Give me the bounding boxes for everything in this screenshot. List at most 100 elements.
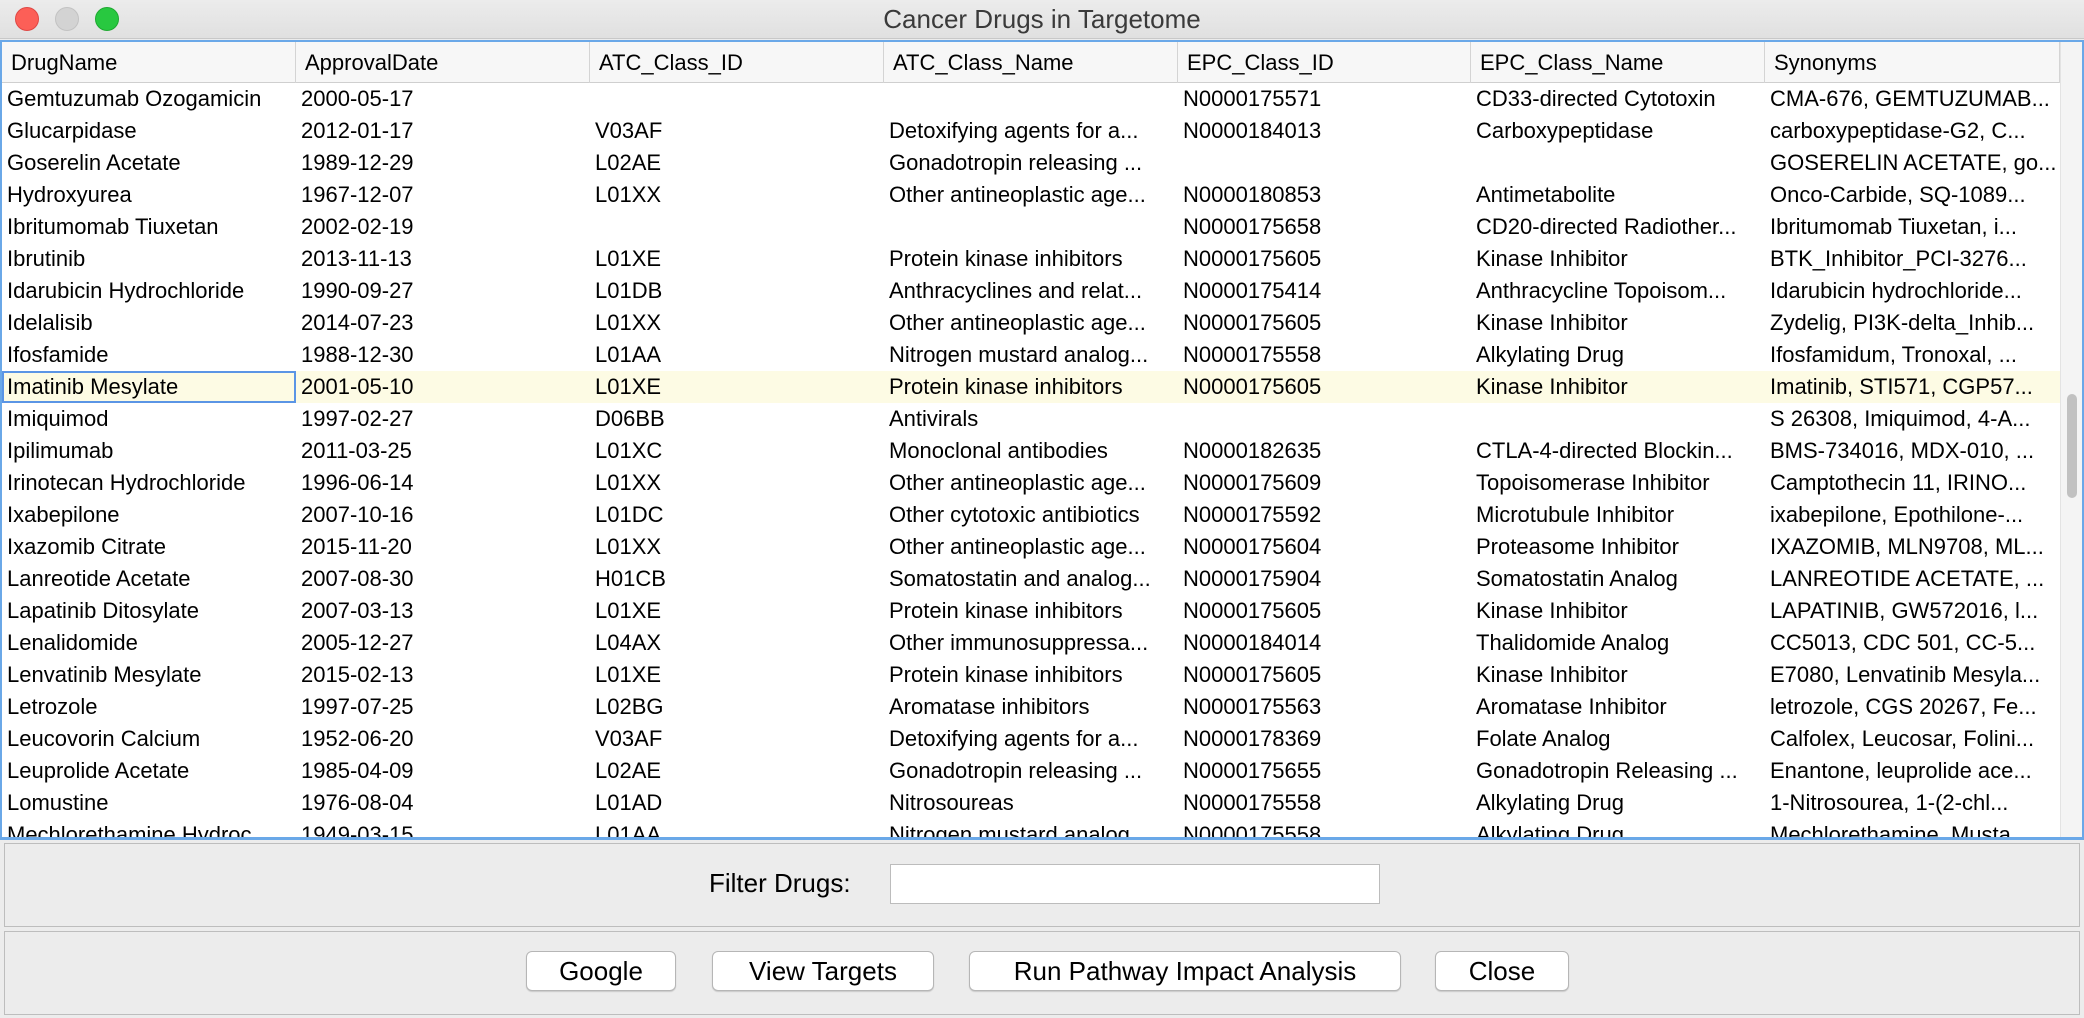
table-cell[interactable]: Antimetabolite [1471, 179, 1765, 211]
table-cell[interactable]: Ifosfamide [2, 339, 296, 371]
table-cell[interactable]: L01XX [590, 307, 884, 339]
table-cell[interactable]: N0000184014 [1178, 627, 1471, 659]
table-cell[interactable]: 1997-07-25 [296, 691, 590, 723]
table-cell[interactable]: Gonadotropin releasing ... [884, 147, 1178, 179]
column-header-atc-class-id[interactable]: ATC_Class_ID [590, 42, 884, 83]
table-cell[interactable]: N0000175563 [1178, 691, 1471, 723]
table-cell[interactable]: Proteasome Inhibitor [1471, 531, 1765, 563]
table-cell[interactable]: L04AX [590, 627, 884, 659]
table-cell[interactable]: Detoxifying agents for a... [884, 115, 1178, 147]
table-cell[interactable]: BMS-734016, MDX-010, ... [1765, 435, 2060, 467]
table-cell[interactable]: 1989-12-29 [296, 147, 590, 179]
table-cell[interactable]: 1988-12-30 [296, 339, 590, 371]
column-header-epc-class-name[interactable]: EPC_Class_Name [1471, 42, 1765, 83]
table-cell[interactable] [590, 211, 884, 243]
table-cell[interactable]: L01XC [590, 435, 884, 467]
google-button[interactable]: Google [526, 951, 676, 991]
table-cell[interactable]: Ixazomib Citrate [2, 531, 296, 563]
table-cell[interactable]: Somatostatin Analog [1471, 563, 1765, 595]
table-cell[interactable]: Leuprolide Acetate [2, 755, 296, 787]
table-cell[interactable]: Alkylating Drug [1471, 819, 1765, 837]
table-row[interactable]: Idarubicin Hydrochloride 1990-09-27 L01DB A… [2, 275, 2060, 307]
table-row[interactable]: Ixazomib Citrate 2015-11-20 L01XX Other ant… [2, 531, 2060, 563]
table-row[interactable]: Ixabepilone 2007-10-16 L01DC Other cytotoxi… [2, 499, 2060, 531]
table-cell[interactable]: Thalidomide Analog [1471, 627, 1765, 659]
column-header-epc-class-id[interactable]: EPC_Class_ID [1178, 42, 1471, 83]
table-cell[interactable]: N0000182635 [1178, 435, 1471, 467]
table-row[interactable]: Imatinib Mesylate 2001-05-10 L01XE Protein … [2, 371, 2060, 403]
table-cell[interactable]: L01XE [590, 659, 884, 691]
table-row[interactable]: Gemtuzumab Ozogamicin 2000-05-17 N00001755… [2, 83, 2060, 115]
table-cell[interactable]: 2014-07-23 [296, 307, 590, 339]
table-cell[interactable]: CC5013, CDC 501, CC-5... [1765, 627, 2060, 659]
table-cell[interactable]: Aromatase Inhibitor [1471, 691, 1765, 723]
table-cell[interactable] [884, 211, 1178, 243]
table-cell[interactable]: 2001-05-10 [296, 371, 590, 403]
table-cell[interactable]: L02AE [590, 147, 884, 179]
table-cell[interactable]: N0000178369 [1178, 723, 1471, 755]
table-cell[interactable]: N0000184013 [1178, 115, 1471, 147]
table-cell[interactable]: Idarubicin hydrochloride... [1765, 275, 2060, 307]
table-cell[interactable]: N0000175658 [1178, 211, 1471, 243]
table-cell[interactable]: Aromatase inhibitors [884, 691, 1178, 723]
table-cell[interactable]: Imatinib, STI571, CGP57... [1765, 371, 2060, 403]
table-cell[interactable]: N0000175605 [1178, 371, 1471, 403]
table-cell[interactable]: 1996-06-14 [296, 467, 590, 499]
table-cell[interactable]: 1-Nitrosourea, 1-(2-chl... [1765, 787, 2060, 819]
table-cell[interactable]: V03AF [590, 115, 884, 147]
table-row[interactable]: Lanreotide Acetate 2007-08-30 H01CB Somatos… [2, 563, 2060, 595]
table-row[interactable]: Leuprolide Acetate 1985-04-09 L02AE Gonadot… [2, 755, 2060, 787]
table-cell[interactable]: Lapatinib Ditosylate [2, 595, 296, 627]
table-row[interactable]: Ifosfamide 1988-12-30 L01AA Nitrogen mustar… [2, 339, 2060, 371]
table-cell[interactable]: L01XX [590, 531, 884, 563]
table-cell[interactable]: Camptothecin 11, IRINO... [1765, 467, 2060, 499]
table-row[interactable]: Mechlorethamine Hydroc... 1949-03-15 L01AA… [2, 819, 2060, 837]
table-cell[interactable]: Topoisomerase Inhibitor [1471, 467, 1765, 499]
table-cell[interactable]: Kinase Inhibitor [1471, 595, 1765, 627]
table-row[interactable]: Idelalisib 2014-07-23 L01XX Other antineopl… [2, 307, 2060, 339]
vertical-scrollbar[interactable] [2060, 42, 2082, 837]
table-cell[interactable]: L02AE [590, 755, 884, 787]
table-cell[interactable]: Glucarpidase [2, 115, 296, 147]
table-cell[interactable]: L01DC [590, 499, 884, 531]
table-cell[interactable]: Other immunosuppressa... [884, 627, 1178, 659]
table-cell[interactable]: Nitrosoureas [884, 787, 1178, 819]
table-cell[interactable]: Zydelig, PI3K-delta_Inhib... [1765, 307, 2060, 339]
table-cell[interactable]: L01DB [590, 275, 884, 307]
table-cell[interactable]: E7080, Lenvatinib Mesyla... [1765, 659, 2060, 691]
table-row[interactable]: Lapatinib Ditosylate 2007-03-13 L01XE Prote… [2, 595, 2060, 627]
drugs-table[interactable]: DrugName ApprovalDate ATC_Class_ID ATC_Clas… [0, 40, 2084, 840]
table-cell[interactable]: CD33-directed Cytotoxin [1471, 83, 1765, 115]
table-row[interactable]: Lenalidomide 2005-12-27 L04AX Other immunos… [2, 627, 2060, 659]
table-cell[interactable]: Ifosfamidum, Tronoxal, ... [1765, 339, 2060, 371]
table-cell[interactable]: CMA-676, GEMTUZUMAB... [1765, 83, 2060, 115]
table-cell[interactable]: L01AD [590, 787, 884, 819]
table-cell[interactable]: Ibritumomab Tiuxetan, i... [1765, 211, 2060, 243]
table-cell[interactable]: letrozole, CGS 20267, Fe... [1765, 691, 2060, 723]
table-cell[interactable]: S 26308, Imiquimod, 4-A... [1765, 403, 2060, 435]
run-pathway-impact-analysis-button[interactable]: Run Pathway Impact Analysis [969, 951, 1401, 991]
table-cell[interactable]: Kinase Inhibitor [1471, 371, 1765, 403]
table-cell[interactable]: 1976-08-04 [296, 787, 590, 819]
table-cell[interactable]: N0000175414 [1178, 275, 1471, 307]
table-cell[interactable]: Kinase Inhibitor [1471, 243, 1765, 275]
scrollbar-thumb[interactable] [2067, 394, 2077, 498]
table-cell[interactable]: Imiquimod [2, 403, 296, 435]
table-cell[interactable]: Lenalidomide [2, 627, 296, 659]
table-row[interactable]: Glucarpidase 2012-01-17 V03AF Detoxifying a… [2, 115, 2060, 147]
table-cell[interactable]: N0000175904 [1178, 563, 1471, 595]
table-cell[interactable]: Imatinib Mesylate [2, 371, 296, 403]
table-cell[interactable]: Gemtuzumab Ozogamicin [2, 83, 296, 115]
table-cell[interactable] [590, 83, 884, 115]
table-cell[interactable]: Ixabepilone [2, 499, 296, 531]
column-header-atc-class-name[interactable]: ATC_Class_Name [884, 42, 1178, 83]
table-cell[interactable]: Protein kinase inhibitors [884, 371, 1178, 403]
table-cell[interactable]: N0000175605 [1178, 659, 1471, 691]
table-cell[interactable]: 2007-10-16 [296, 499, 590, 531]
table-cell[interactable]: Detoxifying agents for a... [884, 723, 1178, 755]
table-cell[interactable]: L01XE [590, 595, 884, 627]
table-cell[interactable]: IXAZOMIB, MLN9708, ML... [1765, 531, 2060, 563]
table-row[interactable]: Ibritumomab Tiuxetan 2002-02-19 N000017565… [2, 211, 2060, 243]
table-cell[interactable]: Gonadotropin releasing ... [884, 755, 1178, 787]
table-row[interactable]: Ibrutinib 2013-11-13 L01XE Protein kinase i… [2, 243, 2060, 275]
